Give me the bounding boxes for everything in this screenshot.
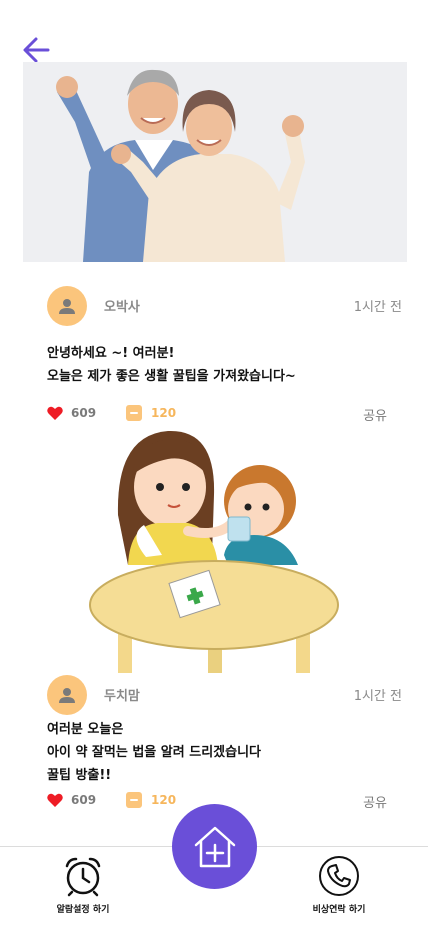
share-button[interactable]: 공유 <box>363 792 387 811</box>
like-count: 609 <box>71 406 97 420</box>
like-count: 609 <box>71 793 97 807</box>
post-text-line: 안녕하세요 ~! 여러분! <box>47 346 175 361</box>
post-text-line: 아이 약 잘먹는 법을 알려 드리겠습니다 <box>47 745 261 760</box>
share-button[interactable]: 공유 <box>363 405 387 424</box>
post-actions: 609 120 공유 <box>47 404 387 424</box>
emergency-contact-button[interactable]: 비상연락 하기 <box>284 847 394 926</box>
post-header: 두치맘 1시간 전 <box>47 675 407 717</box>
post-header: 오박사 1시간 전 <box>47 286 407 328</box>
post-text-line: 오늘은 제가 좋은 생활 꿀팁을 가져왔습니다~ <box>47 369 296 384</box>
user-icon <box>59 299 75 314</box>
back-arrow-icon <box>23 37 50 63</box>
post-illustration-medicine <box>88 425 340 673</box>
author-name[interactable]: 두치맘 <box>104 685 140 704</box>
heart-icon[interactable] <box>47 406 63 420</box>
comment-icon[interactable] <box>126 405 142 421</box>
heart-icon[interactable] <box>47 793 63 807</box>
comment-count: 120 <box>151 406 177 420</box>
post-time: 1시간 전 <box>353 300 402 315</box>
post-photo-seniors <box>23 62 407 262</box>
back-button[interactable] <box>22 36 52 64</box>
user-icon <box>59 688 75 703</box>
post-text-line: 꿀팁 방출!! <box>47 768 112 783</box>
avatar[interactable] <box>47 675 87 715</box>
home-add-button[interactable] <box>172 804 257 889</box>
emergency-contact-label: 비상연락 하기 <box>312 905 366 915</box>
alarm-settings-label: 알람설정 하기 <box>56 905 110 915</box>
author-name[interactable]: 오박사 <box>104 296 140 315</box>
alarm-settings-button[interactable]: 알람설정 하기 <box>28 847 138 926</box>
post-text-line: 여러분 오늘은 <box>47 722 124 737</box>
comment-icon[interactable] <box>126 792 142 808</box>
phone-icon <box>319 856 359 896</box>
post-time: 1시간 전 <box>353 689 402 704</box>
home-plus-icon <box>194 826 235 867</box>
avatar[interactable] <box>47 286 87 326</box>
alarm-clock-icon <box>65 857 101 897</box>
comment-count: 120 <box>151 793 177 807</box>
post-text: 안녕하세요 ~! 여러분! 오늘은 제가 좋은 생활 꿀팁을 가져왔습니다~ <box>47 342 296 388</box>
post-text: 여러분 오늘은 아이 약 잘먹는 법을 알려 드리겠습니다 꿀팁 방출!! <box>47 718 261 787</box>
